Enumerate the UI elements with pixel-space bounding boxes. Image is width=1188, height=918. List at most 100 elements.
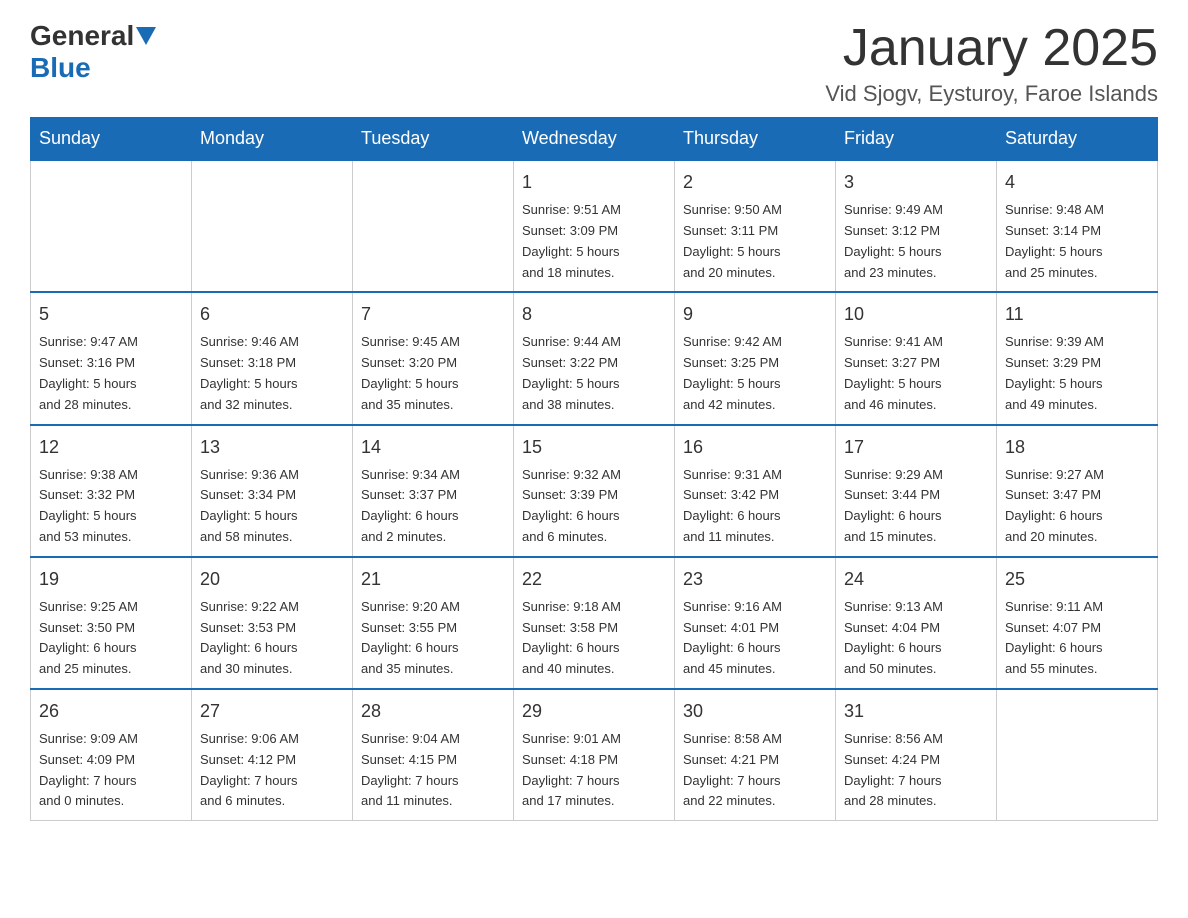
logo: General Blue: [30, 20, 158, 84]
day-info: Sunrise: 9:42 AMSunset: 3:25 PMDaylight:…: [683, 332, 827, 415]
day-number: 27: [200, 698, 344, 725]
calendar-table: SundayMondayTuesdayWednesdayThursdayFrid…: [30, 117, 1158, 821]
days-of-week-row: SundayMondayTuesdayWednesdayThursdayFrid…: [31, 118, 1158, 161]
calendar-day-cell: 11 Sunrise: 9:39 AMSunset: 3:29 PMDayligh…: [997, 292, 1158, 424]
day-info: Sunrise: 9:38 AMSunset: 3:32 PMDaylight:…: [39, 465, 183, 548]
calendar-week-row: 1Sunrise: 9:51 AMSunset: 3:09 PMDaylight…: [31, 160, 1158, 292]
calendar-week-row: 26Sunrise: 9:09 AMSunset: 4:09 PMDayligh…: [31, 689, 1158, 821]
day-number: 21: [361, 566, 505, 593]
day-info: Sunrise: 9:51 AMSunset: 3:09 PMDaylight:…: [522, 200, 666, 283]
day-number: 10: [844, 301, 988, 328]
day-info: Sunrise: 9:16 AMSunset: 4:01 PMDaylight:…: [683, 597, 827, 680]
day-number: 25: [1005, 566, 1149, 593]
calendar-day-cell: 3Sunrise: 9:49 AMSunset: 3:12 PMDaylight…: [836, 160, 997, 292]
day-of-week-header: Monday: [192, 118, 353, 161]
day-number: 28: [361, 698, 505, 725]
day-info: Sunrise: 9:22 AMSunset: 3:53 PMDaylight:…: [200, 597, 344, 680]
day-info: Sunrise: 9:48 AMSunset: 3:14 PMDaylight:…: [1005, 200, 1149, 283]
calendar-day-cell: 19Sunrise: 9:25 AMSunset: 3:50 PMDayligh…: [31, 557, 192, 689]
day-number: 14: [361, 434, 505, 461]
calendar-day-cell: 5Sunrise: 9:47 AMSunset: 3:16 PMDaylight…: [31, 292, 192, 424]
day-info: Sunrise: 9:32 AMSunset: 3:39 PMDaylight:…: [522, 465, 666, 548]
calendar-week-row: 19Sunrise: 9:25 AMSunset: 3:50 PMDayligh…: [31, 557, 1158, 689]
calendar-day-cell: 22 Sunrise: 9:18 AMSunset: 3:58 PMDayligh…: [514, 557, 675, 689]
calendar-day-cell: [353, 160, 514, 292]
logo-blue-text: Blue: [30, 52, 91, 84]
calendar-day-cell: 16 Sunrise: 9:31 AMSunset: 3:42 PMDayligh…: [675, 425, 836, 557]
calendar-day-cell: 9Sunrise: 9:42 AMSunset: 3:25 PMDaylight…: [675, 292, 836, 424]
day-info: Sunrise: 9:45 AMSunset: 3:20 PMDaylight:…: [361, 332, 505, 415]
day-info: Sunrise: 9:04 AMSunset: 4:15 PMDaylight:…: [361, 729, 505, 812]
calendar-day-cell: 27 Sunrise: 9:06 AMSunset: 4:12 PMDayligh…: [192, 689, 353, 821]
calendar-header: SundayMondayTuesdayWednesdayThursdayFrid…: [31, 118, 1158, 161]
day-info: Sunrise: 9:18 AMSunset: 3:58 PMDaylight:…: [522, 597, 666, 680]
day-info: Sunrise: 9:39 AMSunset: 3:29 PMDaylight:…: [1005, 332, 1149, 415]
day-number: 29: [522, 698, 666, 725]
day-info: Sunrise: 9:29 AMSunset: 3:44 PMDaylight:…: [844, 465, 988, 548]
day-info: Sunrise: 9:27 AMSunset: 3:47 PMDaylight:…: [1005, 465, 1149, 548]
day-number: 6: [200, 301, 344, 328]
calendar-day-cell: 2Sunrise: 9:50 AMSunset: 3:11 PMDaylight…: [675, 160, 836, 292]
day-info: Sunrise: 9:46 AMSunset: 3:18 PMDaylight:…: [200, 332, 344, 415]
day-number: 16: [683, 434, 827, 461]
day-info: Sunrise: 9:47 AMSunset: 3:16 PMDaylight:…: [39, 332, 183, 415]
day-info: Sunrise: 9:01 AMSunset: 4:18 PMDaylight:…: [522, 729, 666, 812]
day-info: Sunrise: 9:44 AMSunset: 3:22 PMDaylight:…: [522, 332, 666, 415]
day-number: 24: [844, 566, 988, 593]
day-info: Sunrise: 9:41 AMSunset: 3:27 PMDaylight:…: [844, 332, 988, 415]
calendar-day-cell: 4 Sunrise: 9:48 AMSunset: 3:14 PMDaylight…: [997, 160, 1158, 292]
logo-triangle-icon: [136, 27, 156, 45]
calendar-day-cell: 28 Sunrise: 9:04 AMSunset: 4:15 PMDayligh…: [353, 689, 514, 821]
calendar-day-cell: 6 Sunrise: 9:46 AMSunset: 3:18 PMDaylight…: [192, 292, 353, 424]
calendar-day-cell: 20 Sunrise: 9:22 AMSunset: 3:53 PMDayligh…: [192, 557, 353, 689]
calendar-day-cell: 12Sunrise: 9:38 AMSunset: 3:32 PMDayligh…: [31, 425, 192, 557]
month-title: January 2025: [825, 20, 1158, 77]
page-header: General Blue January 2025 Vid Sjogv, Eys…: [30, 20, 1158, 107]
day-number: 22: [522, 566, 666, 593]
calendar-day-cell: 25 Sunrise: 9:11 AMSunset: 4:07 PMDayligh…: [997, 557, 1158, 689]
calendar-day-cell: 14 Sunrise: 9:34 AMSunset: 3:37 PMDayligh…: [353, 425, 514, 557]
calendar-day-cell: 30 Sunrise: 8:58 AMSunset: 4:21 PMDayligh…: [675, 689, 836, 821]
day-info: Sunrise: 9:06 AMSunset: 4:12 PMDaylight:…: [200, 729, 344, 812]
day-number: 13: [200, 434, 344, 461]
calendar-day-cell: 13 Sunrise: 9:36 AMSunset: 3:34 PMDayligh…: [192, 425, 353, 557]
calendar-day-cell: 10 Sunrise: 9:41 AMSunset: 3:27 PMDayligh…: [836, 292, 997, 424]
day-number: 20: [200, 566, 344, 593]
day-info: Sunrise: 9:50 AMSunset: 3:11 PMDaylight:…: [683, 200, 827, 283]
calendar-day-cell: 26Sunrise: 9:09 AMSunset: 4:09 PMDayligh…: [31, 689, 192, 821]
day-info: Sunrise: 9:13 AMSunset: 4:04 PMDaylight:…: [844, 597, 988, 680]
logo-general-text: General: [30, 20, 134, 52]
day-number: 7: [361, 301, 505, 328]
day-info: Sunrise: 9:49 AMSunset: 3:12 PMDaylight:…: [844, 200, 988, 283]
day-of-week-header: Tuesday: [353, 118, 514, 161]
day-number: 18: [1005, 434, 1149, 461]
calendar-day-cell: 29 Sunrise: 9:01 AMSunset: 4:18 PMDayligh…: [514, 689, 675, 821]
day-number: 11: [1005, 301, 1149, 328]
calendar-day-cell: 1Sunrise: 9:51 AMSunset: 3:09 PMDaylight…: [514, 160, 675, 292]
day-info: Sunrise: 9:34 AMSunset: 3:37 PMDaylight:…: [361, 465, 505, 548]
day-number: 23: [683, 566, 827, 593]
day-of-week-header: Thursday: [675, 118, 836, 161]
calendar-day-cell: [997, 689, 1158, 821]
day-number: 30: [683, 698, 827, 725]
location-title: Vid Sjogv, Eysturoy, Faroe Islands: [825, 81, 1158, 107]
calendar-day-cell: 23 Sunrise: 9:16 AMSunset: 4:01 PMDayligh…: [675, 557, 836, 689]
calendar-day-cell: 17 Sunrise: 9:29 AMSunset: 3:44 PMDayligh…: [836, 425, 997, 557]
calendar-day-cell: [192, 160, 353, 292]
day-number: 4: [1005, 169, 1149, 196]
day-info: Sunrise: 9:31 AMSunset: 3:42 PMDaylight:…: [683, 465, 827, 548]
day-info: Sunrise: 9:20 AMSunset: 3:55 PMDaylight:…: [361, 597, 505, 680]
day-of-week-header: Saturday: [997, 118, 1158, 161]
day-info: Sunrise: 9:11 AMSunset: 4:07 PMDaylight:…: [1005, 597, 1149, 680]
day-info: Sunrise: 9:25 AMSunset: 3:50 PMDaylight:…: [39, 597, 183, 680]
calendar-day-cell: 15Sunrise: 9:32 AMSunset: 3:39 PMDayligh…: [514, 425, 675, 557]
day-info: Sunrise: 8:58 AMSunset: 4:21 PMDaylight:…: [683, 729, 827, 812]
calendar-body: 1Sunrise: 9:51 AMSunset: 3:09 PMDaylight…: [31, 160, 1158, 820]
title-section: January 2025 Vid Sjogv, Eysturoy, Faroe …: [825, 20, 1158, 107]
calendar-day-cell: [31, 160, 192, 292]
day-info: Sunrise: 9:36 AMSunset: 3:34 PMDaylight:…: [200, 465, 344, 548]
calendar-week-row: 5Sunrise: 9:47 AMSunset: 3:16 PMDaylight…: [31, 292, 1158, 424]
day-info: Sunrise: 8:56 AMSunset: 4:24 PMDaylight:…: [844, 729, 988, 812]
day-number: 17: [844, 434, 988, 461]
day-number: 31: [844, 698, 988, 725]
